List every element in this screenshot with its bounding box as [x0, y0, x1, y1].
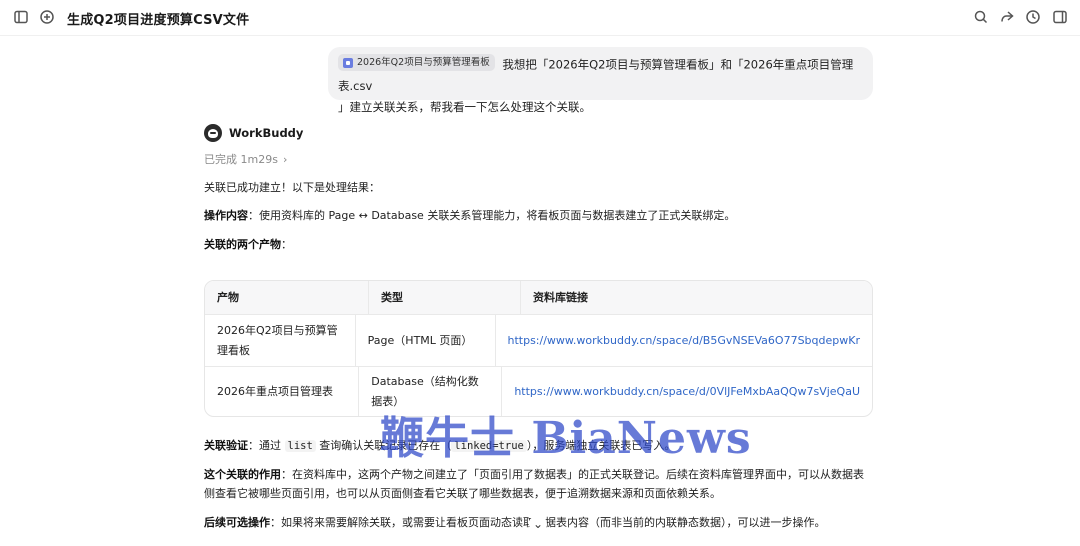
- role-label: 这个关联的作用: [204, 468, 281, 481]
- table-header-row: 产物 类型 资料库链接: [205, 281, 872, 315]
- user-message-bubble: 2026年Q2项目与预算管理看板 我想把「2026年Q2项目与预算管理看板」和「…: [328, 47, 873, 114]
- verification-code-list: list: [284, 440, 316, 452]
- share-icon[interactable]: [998, 8, 1016, 26]
- completion-status[interactable]: 已完成 1m29s ›: [204, 151, 287, 167]
- completion-status-text: 已完成 1m29s: [204, 153, 278, 166]
- operation-text: ：使用资料库的 Page ↔ Database 关联关系管理能力，将看板页面与数…: [248, 209, 736, 222]
- page-title: 生成Q2项目进度预算CSV文件: [67, 13, 250, 28]
- products-colon: ：: [281, 238, 292, 251]
- operation-paragraph: 操作内容：使用资料库的 Page ↔ Database 关联关系管理能力，将看板…: [204, 206, 874, 225]
- table-cell: 2026年重点项目管理表: [205, 367, 360, 416]
- next-steps-label: 后续可选操作: [204, 516, 270, 529]
- library-link[interactable]: https://www.workbuddy.cn/space/d/B5GvNSE…: [508, 331, 861, 351]
- operation-label: 操作内容: [204, 209, 248, 222]
- watermark: 鞭牛士 BiaNews: [380, 413, 752, 464]
- role-text: ：在资料库中，这两个产物之间建立了「页面引用了数据表」的正式关联登记。后续在资料…: [204, 468, 864, 500]
- chevron-right-icon: ›: [282, 152, 288, 166]
- sidebar-toggle-icon[interactable]: [12, 8, 30, 26]
- verification-label: 关联验证: [204, 439, 248, 452]
- table-header-cell: 资料库链接: [533, 290, 588, 304]
- page-icon: [343, 57, 353, 68]
- role-paragraph: 这个关联的作用：在资料库中，这两个产物之间建立了「页面引用了数据表」的正式关联登…: [204, 465, 874, 503]
- verification-text-a: ：通过: [248, 439, 285, 452]
- library-link[interactable]: https://www.workbuddy.cn/space/d/0VlJFeM…: [514, 382, 860, 402]
- new-chat-icon[interactable]: [38, 8, 56, 26]
- assistant-name: WorkBuddy: [229, 126, 304, 140]
- user-message-line2: 」建立关联关系，帮我看一下怎么处理这个关联。: [338, 99, 591, 114]
- attachment-chip-label: 2026年Q2项目与预算管理看板: [357, 57, 490, 68]
- table-cell: https://www.workbuddy.cn/space/d/B5GvNSE…: [496, 315, 873, 366]
- table-cell: Page（HTML 页面）: [356, 315, 496, 366]
- user-message-line1: 2026年Q2项目与预算管理看板 我想把「2026年Q2项目与预算管理看板」和「…: [338, 54, 863, 97]
- attachment-chip[interactable]: 2026年Q2项目与预算管理看板: [338, 54, 495, 71]
- table-header-cell: 类型: [369, 281, 521, 314]
- chevron-down-icon[interactable]: ⌄: [529, 515, 547, 533]
- avatar: [204, 124, 222, 142]
- table-row: 2026年Q2项目与预算管理看板 Page（HTML 页面） https://w…: [205, 315, 872, 367]
- panel-icon[interactable]: [1051, 8, 1069, 26]
- products-heading: 关联的两个产物：: [204, 235, 874, 254]
- products-label: 关联的两个产物: [204, 238, 281, 251]
- intro-text: 关联已成功建立！以下是处理结果：: [204, 181, 380, 194]
- history-icon[interactable]: [1024, 8, 1042, 26]
- next-steps-text: ：如果将来需要解除关联，或需要让看板页面动态读取数据表内容（而非当前的内联静态数…: [270, 516, 826, 529]
- top-bar: 生成Q2项目进度预算CSV文件: [0, 0, 1080, 36]
- search-icon[interactable]: [972, 8, 990, 26]
- products-table: 产物 类型 资料库链接 2026年Q2项目与预算管理看板 Page（HTML 页…: [204, 280, 873, 417]
- table-header-cell: 产物: [205, 281, 369, 314]
- table-cell: 2026年Q2项目与预算管理看板: [205, 315, 356, 366]
